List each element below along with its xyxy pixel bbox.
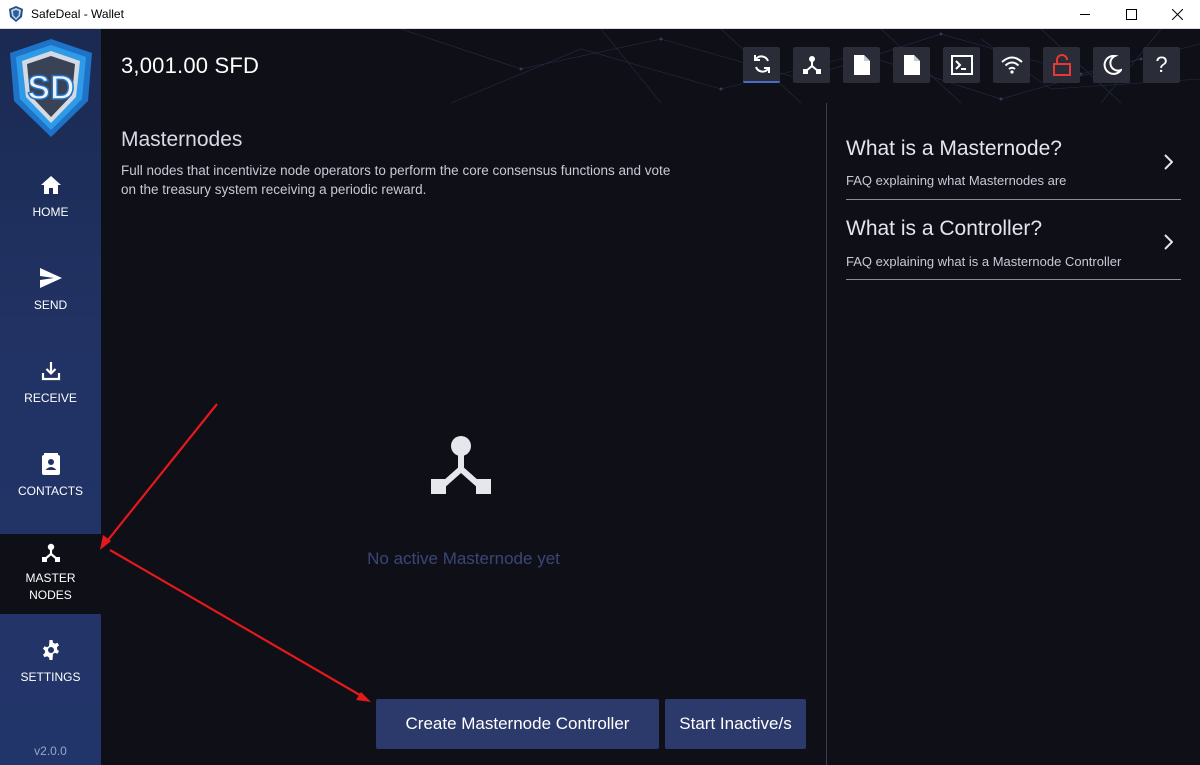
sync-button[interactable]: [743, 47, 780, 83]
document-icon: [903, 55, 920, 75]
minimize-icon: [1079, 14, 1090, 15]
moon-icon: [1103, 55, 1122, 75]
console-button[interactable]: [943, 47, 980, 83]
nav-settings[interactable]: SETTINGS: [0, 639, 101, 723]
wifi-icon: [1000, 56, 1023, 74]
header: 3,001.00 SFD ?: [101, 29, 1200, 103]
window-titlebar: SafeDeal - Wallet: [0, 0, 1200, 29]
download-icon: [41, 362, 60, 381]
nav-send[interactable]: SEND: [0, 267, 101, 351]
nav-home-label: HOME: [32, 205, 69, 219]
chevron-right-icon: [1164, 154, 1173, 170]
faq-title: What is a Masternode?: [846, 137, 1062, 160]
terminal-icon: [950, 55, 973, 75]
masternodes-page: Masternodes Full nodes that incentivize …: [101, 103, 826, 765]
app-version: v2.0.0: [34, 744, 67, 758]
document-button-2[interactable]: [893, 47, 930, 83]
masternode-icon: [431, 436, 491, 494]
faq-item-controller[interactable]: What is a Controller? FAQ explaining wha…: [846, 200, 1181, 280]
app-icon: [9, 6, 23, 22]
faq-panel: What is a Masternode? FAQ explaining wha…: [827, 103, 1200, 765]
network-status-button[interactable]: [993, 47, 1030, 83]
help-button[interactable]: ?: [1143, 47, 1180, 83]
window-title: SafeDeal - Wallet: [31, 7, 124, 21]
home-icon: [40, 176, 61, 194]
nav-masternodes-label: MASTER NODES: [25, 571, 76, 602]
nav-receive-label: RECEIVE: [24, 391, 77, 405]
start-inactive-button[interactable]: Start Inactive/s: [665, 699, 806, 749]
unlock-icon: [1052, 54, 1071, 76]
help-icon: ?: [1155, 52, 1168, 77]
masternodes-toolbar-button[interactable]: [793, 47, 830, 83]
empty-state-text: No active Masternode yet: [367, 549, 560, 568]
wallet-balance: 3,001.00 SFD: [121, 53, 260, 78]
sync-icon: [753, 55, 770, 73]
contacts-icon: [41, 453, 60, 475]
chevron-right-icon: [1164, 234, 1173, 250]
close-icon: [1171, 9, 1183, 20]
page-title: Masternodes: [121, 128, 243, 151]
nav-settings-label: SETTINGS: [20, 670, 81, 684]
send-icon: [39, 268, 62, 288]
close-button[interactable]: [1154, 0, 1200, 29]
nav-receive[interactable]: RECEIVE: [0, 360, 101, 444]
faq-item-masternode[interactable]: What is a Masternode? FAQ explaining wha…: [846, 120, 1181, 200]
svg-text:SD: SD: [27, 69, 74, 107]
wallet-lock-button[interactable]: [1043, 47, 1080, 83]
page-description: Full nodes that incentivize node operato…: [121, 163, 671, 197]
logo: SD: [10, 39, 92, 137]
document-icon: [853, 55, 870, 75]
header-toolbar: ?: [743, 47, 1193, 83]
theme-toggle-button[interactable]: [1093, 47, 1130, 83]
minimize-button[interactable]: [1062, 0, 1108, 29]
nav-contacts[interactable]: CONTACTS: [0, 453, 101, 537]
create-masternode-controller-button[interactable]: Create Masternode Controller: [376, 699, 659, 749]
document-button-1[interactable]: [843, 47, 880, 83]
masternode-icon: [41, 543, 60, 562]
nav-home[interactable]: HOME: [0, 174, 101, 258]
faq-subtitle: FAQ explaining what Masternodes are: [846, 173, 1067, 188]
faq-title: What is a Controller?: [846, 217, 1043, 240]
nav-masternodes[interactable]: MASTER NODES: [0, 534, 101, 614]
faq-subtitle: FAQ explaining what is a Masternode Cont…: [846, 254, 1122, 269]
maximize-button[interactable]: [1108, 0, 1154, 29]
nav-contacts-label: CONTACTS: [17, 484, 84, 498]
maximize-icon: [1125, 9, 1137, 20]
sidebar: SD HOME SEND RECEIVE CONTACTS MASTER NOD…: [0, 29, 101, 765]
nav-send-label: SEND: [33, 298, 68, 312]
gear-icon: [42, 640, 59, 660]
masternode-icon: [802, 56, 821, 74]
